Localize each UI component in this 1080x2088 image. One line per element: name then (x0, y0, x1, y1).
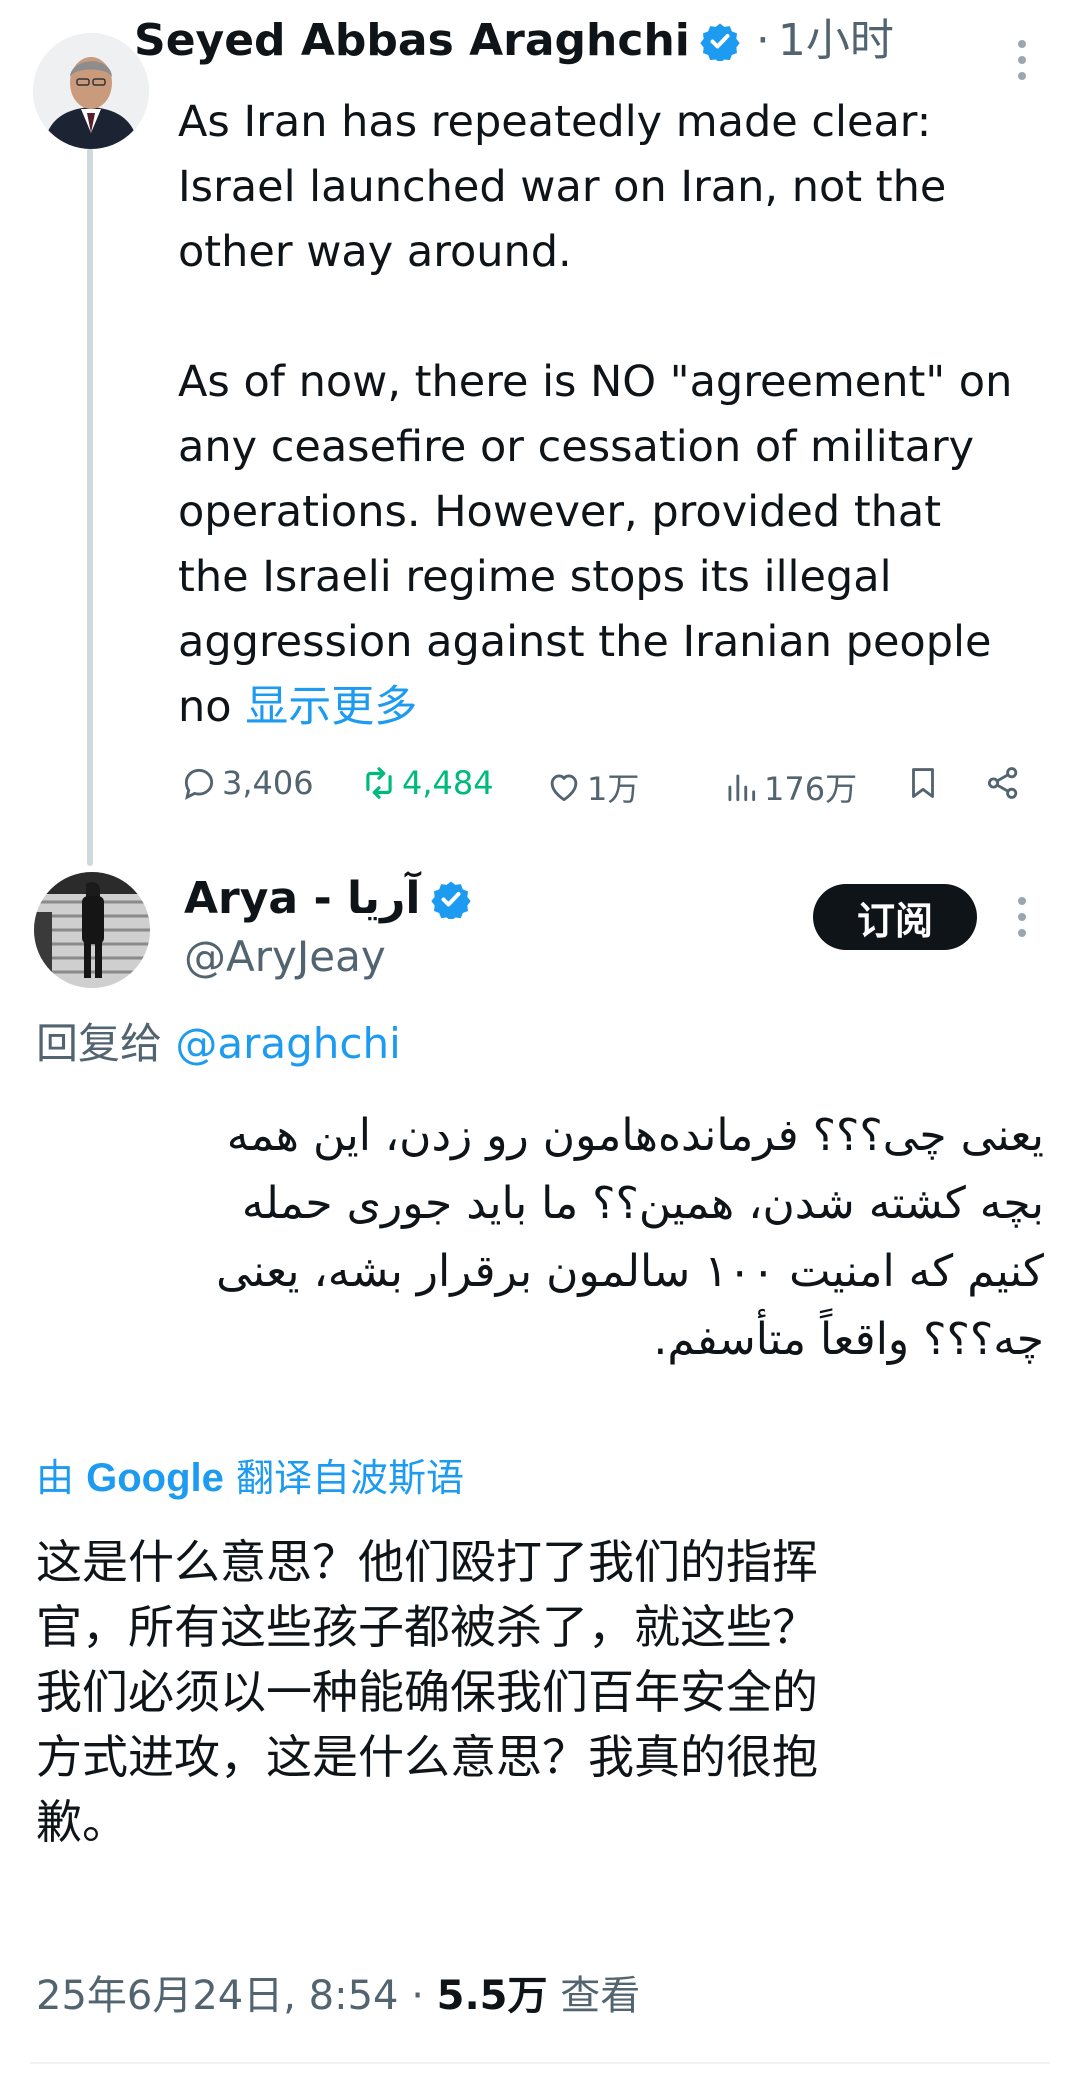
more-vertical-icon (1018, 897, 1026, 905)
avatar-aryjeay[interactable] (34, 872, 150, 988)
avatar-portrait-icon (33, 33, 149, 149)
tweet1-author-name[interactable]: Seyed Abbas Araghchi (134, 15, 690, 66)
reply-button[interactable]: 3,406 (180, 764, 314, 802)
view-count: 176万 (764, 770, 858, 808)
thread-connector (87, 148, 93, 866)
tweet2-datetime[interactable]: 25年6月24日, 8:54 (36, 1973, 399, 2019)
tweet1-more-button[interactable] (1016, 40, 1028, 80)
share-button[interactable] (984, 764, 1022, 802)
avatar-araghchi[interactable] (33, 33, 149, 149)
like-button[interactable]: 1万 (545, 764, 639, 810)
tweet2-more-button[interactable] (1016, 897, 1028, 937)
translation-attribution[interactable]: 由 Google 翻译自波斯语 (36, 1450, 464, 1506)
verified-badge-icon (700, 23, 740, 61)
tweet2-author-row: Arya - آریا (184, 872, 471, 926)
reply-to-line: 回复给 @araghchi (36, 1014, 401, 1074)
tweet2-meta: 25年6月24日, 8:54 · 5.5万 查看 (36, 1968, 640, 2024)
tweet2-meta-separator: · (411, 1973, 424, 2019)
translated-by-prefix: 由 (36, 1456, 75, 1500)
reply-to-handle[interactable]: @araghchi (175, 1019, 400, 1068)
tweet1-author-row: Seyed Abbas Araghchi · 1小时 (134, 14, 894, 68)
retweet-icon (366, 767, 392, 799)
retweet-button[interactable]: 4,484 (360, 764, 494, 802)
tweet2-original-text: یعنی چی؟؟؟ فرمانده‌هامون رو زدن، این همه… (216, 1110, 1044, 1365)
bookmark-icon (912, 768, 934, 798)
retweet-count: 4,484 (402, 764, 494, 802)
tweet2-handle[interactable]: @AryJeay (184, 930, 386, 984)
reply-to-prefix: 回复给 (36, 1019, 176, 1068)
verified-badge-icon (430, 881, 471, 919)
tweet2-author-name[interactable]: Arya - آریا (184, 873, 421, 924)
tweet1-show-more-link[interactable]: 显示更多 (245, 682, 417, 732)
translated-from-label: 翻译自波斯语 (235, 1456, 464, 1500)
google-logo-text: Google (86, 1456, 224, 1500)
tweet1-text: As Iran has repeatedly made clear: Israe… (178, 97, 1013, 732)
like-count: 1万 (587, 770, 640, 808)
tweet2-view-label: 查看 (560, 1973, 641, 2019)
bookmark-button[interactable] (904, 764, 942, 802)
tweet2-view-count: 5.5万 (436, 1973, 548, 2019)
reply-icon (184, 768, 214, 800)
bar-chart-icon (728, 774, 756, 802)
heart-icon (550, 774, 578, 802)
views-button[interactable]: 176万 (722, 764, 857, 810)
subscribe-button[interactable]: 订阅 (813, 884, 977, 950)
tweet1-body: As Iran has repeatedly made clear: Israe… (178, 90, 1058, 740)
reply-count: 3,406 (222, 764, 314, 802)
more-vertical-icon (1018, 40, 1026, 48)
bottom-divider (30, 2062, 1050, 2064)
tweet2-translation: 这是什么意思？他们殴打了我们的指挥 官，所有这些孩子都被杀了，就这些？ 我们必须… (36, 1535, 818, 1849)
tweet1-timestamp[interactable]: 1小时 (778, 15, 894, 66)
share-icon (987, 767, 1018, 799)
avatar-photo-icon (34, 872, 150, 988)
tweet1-time-separator: · (755, 15, 770, 66)
